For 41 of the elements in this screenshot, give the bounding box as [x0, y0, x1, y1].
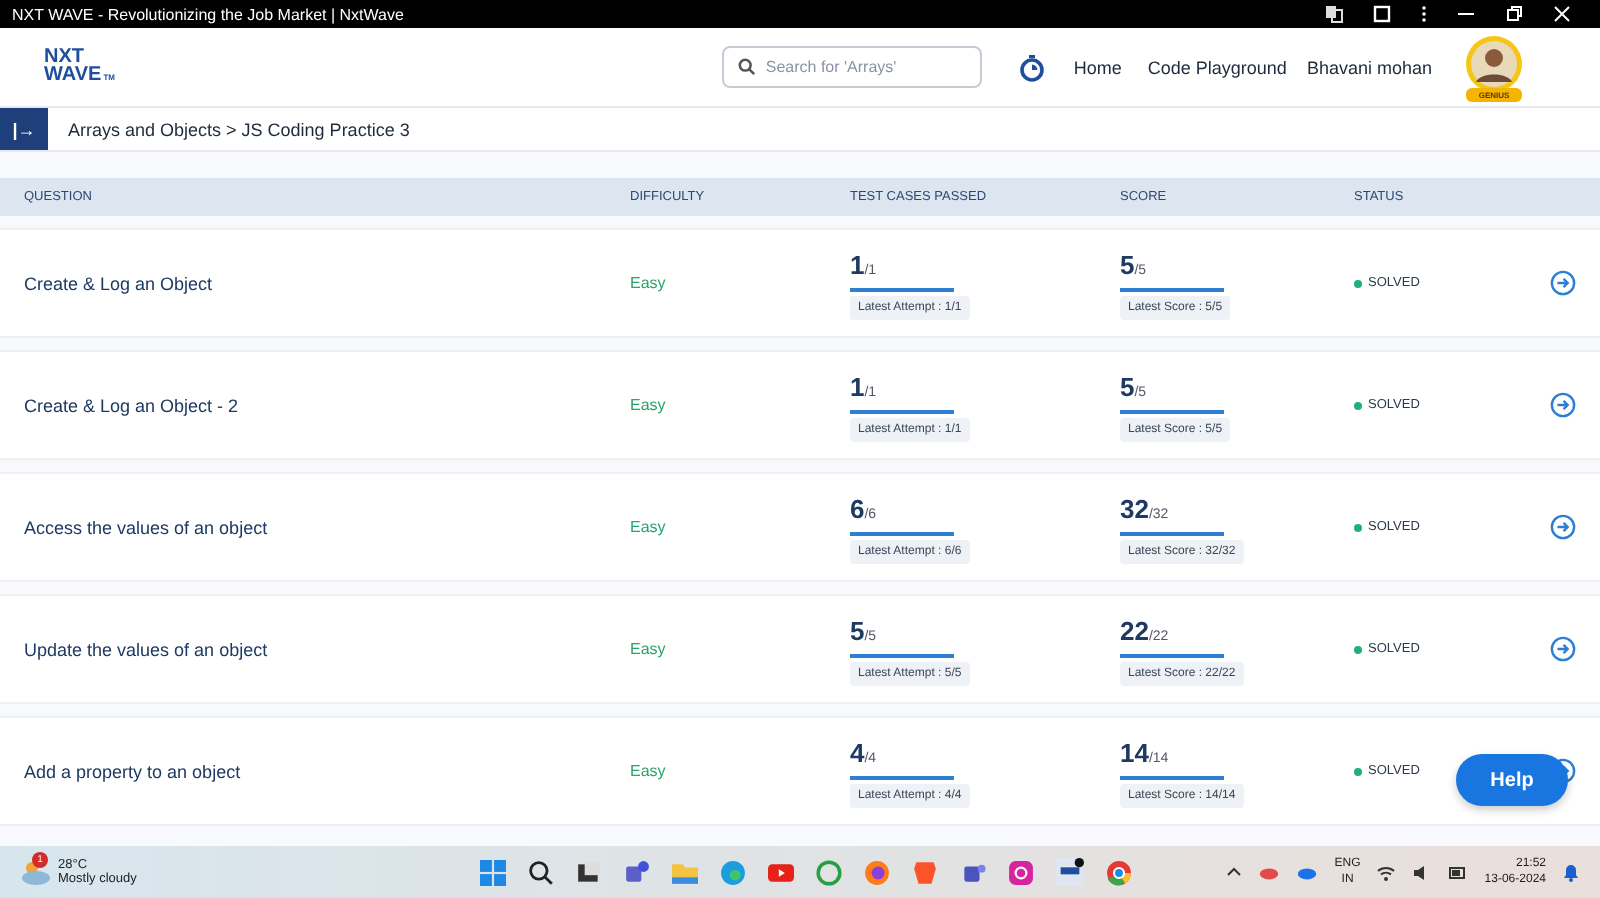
- search-icon: [737, 58, 756, 76]
- chevron-up-icon[interactable]: [1226, 864, 1243, 880]
- youtube-icon[interactable]: [768, 859, 794, 885]
- difficulty-label: Easy: [630, 274, 668, 292]
- windows-start-icon[interactable]: [480, 859, 506, 885]
- search-icon[interactable]: [528, 859, 554, 885]
- chrome-icon[interactable]: [1106, 859, 1132, 885]
- user-name[interactable]: Bhavani mohan: [1306, 57, 1432, 77]
- avatar[interactable]: [1464, 33, 1524, 93]
- instagram-icon[interactable]: [1008, 859, 1034, 885]
- app-thumbnail-icon[interactable]: [1056, 858, 1084, 886]
- sidebar-toggle-button[interactable]: |→: [0, 108, 48, 150]
- bell-icon[interactable]: [1562, 862, 1580, 882]
- search-field[interactable]: Search for 'Arrays': [721, 46, 982, 88]
- question-title[interactable]: Create & Log an Object - 2: [24, 395, 630, 415]
- difficulty-label: Easy: [630, 518, 668, 536]
- nav-link[interactable]: Home: [1073, 57, 1122, 77]
- question-title[interactable]: Access the values of an object: [24, 517, 630, 537]
- window-title: NXT WAVE - Revolutionizing the Job Market | NxtWave: [12, 5, 406, 23]
- question-title[interactable]: Update the values of an object: [24, 639, 630, 659]
- question-title[interactable]: Add a property to an object: [24, 761, 630, 781]
- restore-icon[interactable]: [1504, 4, 1524, 24]
- difficulty-label: Easy: [630, 396, 668, 414]
- breadcrumb[interactable]: Arrays and Objects > JS Coding Practice 3: [68, 119, 410, 139]
- arrow-right-icon[interactable]: [1550, 514, 1576, 540]
- close-icon[interactable]: [1552, 4, 1572, 24]
- stopwatch-icon[interactable]: [1017, 53, 1046, 81]
- arrow-right-icon[interactable]: [1550, 636, 1576, 662]
- difficulty-label: Easy: [630, 640, 668, 658]
- battery-icon[interactable]: [1448, 863, 1469, 881]
- wifi-icon[interactable]: [1376, 863, 1397, 881]
- extensions-icon[interactable]: [1372, 4, 1392, 24]
- more-icon[interactable]: [1420, 4, 1428, 24]
- arrow-right-icon[interactable]: [1550, 392, 1576, 418]
- difficulty-label: Easy: [630, 762, 668, 780]
- help-button[interactable]: Help: [1456, 754, 1568, 806]
- arrow-right-icon[interactable]: [1550, 270, 1576, 296]
- folder-icon[interactable]: [672, 859, 698, 885]
- nav-link[interactable]: Code Playground: [1147, 57, 1287, 77]
- question-title[interactable]: Create & Log an Object: [24, 273, 630, 293]
- translate-icon[interactable]: [1324, 4, 1344, 24]
